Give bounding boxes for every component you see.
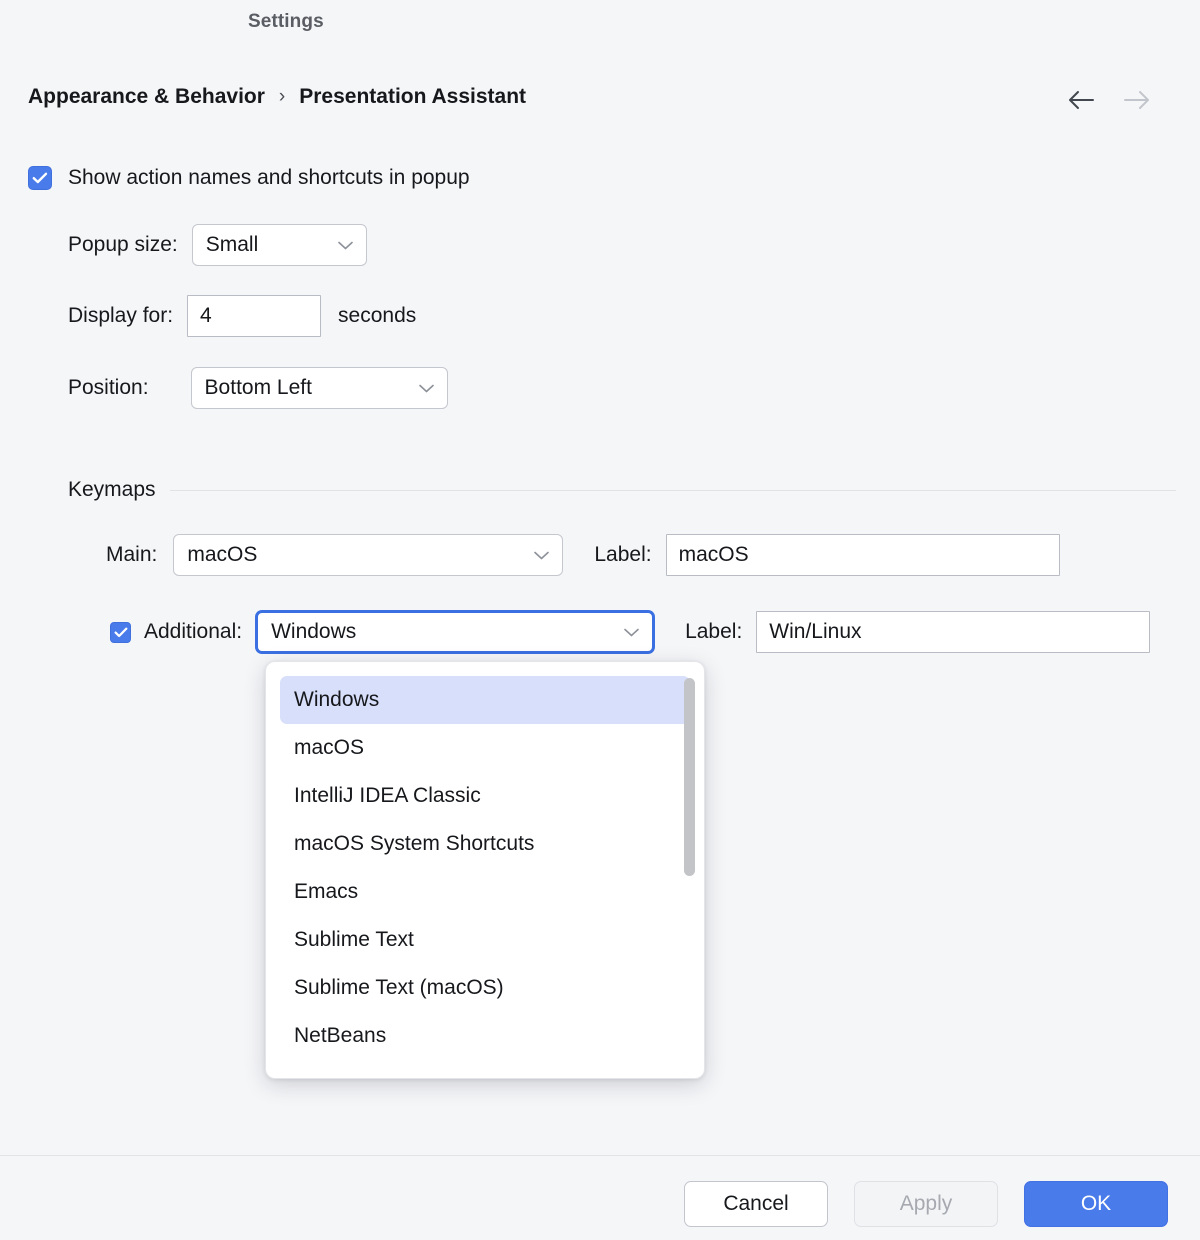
- dropdown-item-intellij-idea-classic[interactable]: IntelliJ IDEA Classic: [280, 772, 690, 820]
- keymap-dropdown-list: Windows macOS IntelliJ IDEA Classic macO…: [266, 676, 704, 1060]
- position-value: Bottom Left: [205, 376, 312, 400]
- dialog-footer: Cancel Apply OK: [684, 1181, 1168, 1227]
- ok-button[interactable]: OK: [1024, 1181, 1168, 1227]
- popup-size-row: Popup size: Small: [68, 224, 367, 266]
- settings-dialog: Settings Appearance & Behavior › Present…: [0, 0, 1200, 1240]
- dropdown-item-macos[interactable]: macOS: [280, 724, 690, 772]
- popup-size-label: Popup size:: [68, 233, 178, 257]
- display-for-input[interactable]: 4: [187, 295, 321, 337]
- keymaps-section-header: Keymaps: [68, 478, 1176, 502]
- dropdown-item-label: IntelliJ IDEA Classic: [294, 784, 481, 808]
- apply-button-label: Apply: [900, 1192, 953, 1216]
- dropdown-item-label: macOS System Shortcuts: [294, 832, 534, 856]
- dropdown-item-label: Sublime Text: [294, 928, 414, 952]
- dropdown-item-label: Windows: [294, 688, 379, 712]
- cancel-button-label: Cancel: [723, 1192, 788, 1216]
- main-keymap-combobox[interactable]: macOS: [173, 534, 563, 576]
- main-keymap-label: Main:: [106, 543, 157, 567]
- additional-label-input[interactable]: Win/Linux: [756, 611, 1150, 653]
- additional-keymap-row: Additional: Windows Label: Win/Linux: [110, 611, 1150, 653]
- additional-keymap-combobox[interactable]: Windows: [256, 611, 654, 653]
- show-popup-checkbox[interactable]: [28, 166, 52, 190]
- display-for-label: Display for:: [68, 304, 173, 328]
- dropdown-item-macos-system-shortcuts[interactable]: macOS System Shortcuts: [280, 820, 690, 868]
- additional-keymap-value: Windows: [271, 620, 356, 644]
- dropdown-item-label: NetBeans: [294, 1024, 386, 1048]
- breadcrumb-current: Presentation Assistant: [299, 85, 526, 109]
- dropdown-scrollbar-thumb[interactable]: [684, 678, 695, 876]
- main-label-label: Label:: [594, 543, 651, 567]
- window-title: Settings: [248, 11, 324, 33]
- breadcrumb: Appearance & Behavior › Presentation Ass…: [28, 85, 526, 109]
- additional-label-label: Label:: [685, 620, 742, 644]
- ok-button-label: OK: [1081, 1192, 1111, 1216]
- keymaps-section-title: Keymaps: [68, 478, 156, 502]
- dropdown-item-label: Sublime Text (macOS): [294, 976, 504, 1000]
- display-for-suffix: seconds: [338, 304, 416, 328]
- apply-button: Apply: [854, 1181, 998, 1227]
- main-keymap-value: macOS: [187, 543, 257, 567]
- dropdown-scrollbar[interactable]: [684, 678, 695, 1064]
- dropdown-item-sublime-text[interactable]: Sublime Text: [280, 916, 690, 964]
- additional-keymap-label: Additional:: [144, 620, 242, 644]
- position-label: Position:: [68, 376, 149, 400]
- chevron-down-icon: [419, 384, 434, 393]
- show-popup-row: Show action names and shortcuts in popup: [28, 166, 470, 190]
- navigation-arrows: [1066, 88, 1152, 112]
- chevron-down-icon: [338, 241, 353, 250]
- keymap-dropdown-popup: Windows macOS IntelliJ IDEA Classic macO…: [265, 661, 705, 1079]
- dropdown-item-windows[interactable]: Windows: [280, 676, 690, 724]
- footer-divider: [0, 1155, 1200, 1156]
- dropdown-item-label: Emacs: [294, 880, 358, 904]
- popup-size-value: Small: [206, 233, 259, 257]
- display-for-row: Display for: 4 seconds: [68, 295, 416, 337]
- position-combobox[interactable]: Bottom Left: [191, 367, 448, 409]
- dropdown-item-sublime-text-macos[interactable]: Sublime Text (macOS): [280, 964, 690, 1012]
- chevron-down-icon: [624, 628, 639, 637]
- arrow-right-icon: [1122, 88, 1152, 112]
- breadcrumb-separator-icon: ›: [279, 86, 285, 108]
- dropdown-item-label: macOS: [294, 736, 364, 760]
- main-label-value: macOS: [679, 543, 749, 567]
- section-divider: [170, 490, 1176, 491]
- popup-size-combobox[interactable]: Small: [192, 224, 367, 266]
- show-popup-label: Show action names and shortcuts in popup: [68, 166, 470, 190]
- cancel-button[interactable]: Cancel: [684, 1181, 828, 1227]
- dropdown-item-emacs[interactable]: Emacs: [280, 868, 690, 916]
- additional-label-value: Win/Linux: [769, 620, 861, 644]
- dropdown-item-netbeans[interactable]: NetBeans: [280, 1012, 690, 1060]
- display-for-value: 4: [200, 304, 212, 328]
- arrow-left-icon[interactable]: [1066, 88, 1096, 112]
- position-row: Position: Bottom Left: [68, 367, 448, 409]
- breadcrumb-root[interactable]: Appearance & Behavior: [28, 85, 265, 109]
- main-keymap-row: Main: macOS Label: macOS: [106, 534, 1060, 576]
- additional-keymap-checkbox[interactable]: [110, 622, 131, 643]
- main-label-input[interactable]: macOS: [666, 534, 1060, 576]
- chevron-down-icon: [534, 551, 549, 560]
